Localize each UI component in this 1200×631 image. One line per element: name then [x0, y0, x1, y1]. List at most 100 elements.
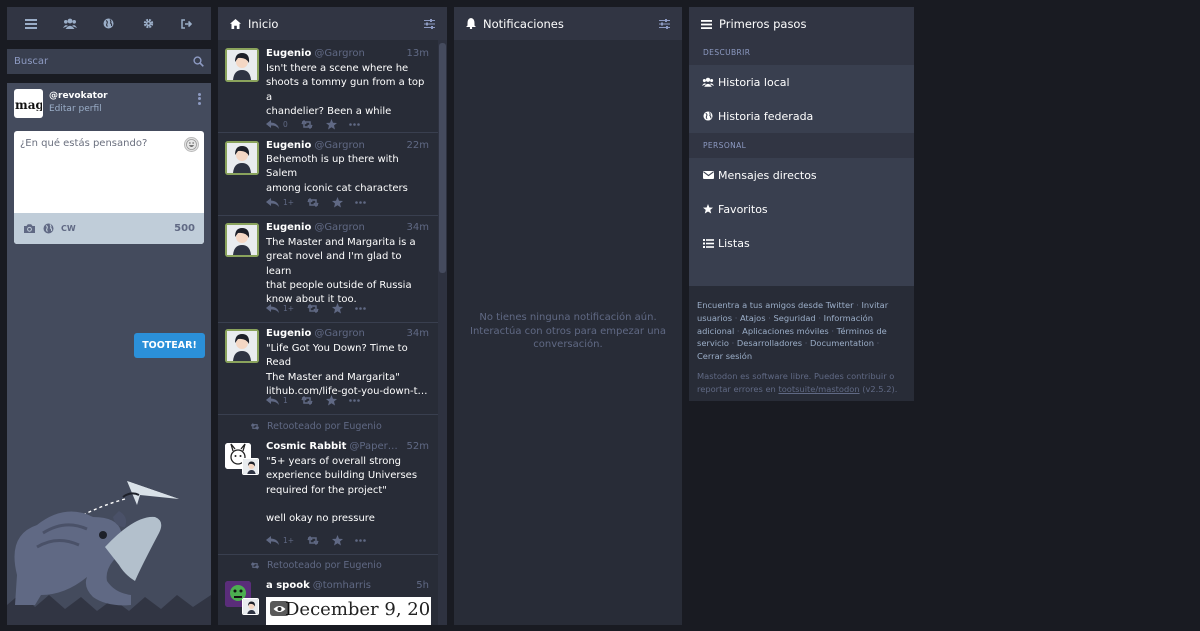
status-time[interactable]: 22m [407, 140, 429, 151]
reply-all-icon [266, 198, 279, 207]
eye-icon[interactable] [270, 601, 289, 616]
favourite-button[interactable] [325, 395, 337, 406]
favourite-button[interactable] [332, 197, 344, 208]
avatar[interactable] [225, 223, 259, 257]
reply-button[interactable]: 0 [266, 120, 288, 129]
edit-profile-link[interactable]: Editar perfil [49, 104, 194, 114]
more-options-icon[interactable] [194, 89, 204, 109]
boost-button[interactable] [306, 198, 320, 207]
column-settings-icon[interactable] [659, 18, 670, 29]
status-time[interactable]: 13m [407, 48, 429, 59]
booster-avatar[interactable] [242, 598, 259, 615]
status-acct[interactable]: @Gargron [314, 48, 403, 59]
status-display-name[interactable]: Eugenio [266, 328, 311, 339]
boost-prepend-text[interactable]: Retooteado por Eugenio [267, 560, 382, 571]
status-display-name[interactable]: Eugenio [266, 140, 311, 151]
favourite-button[interactable] [332, 303, 344, 314]
avatar[interactable] [225, 48, 259, 82]
federated-timeline-link[interactable]: Historia federada [689, 99, 914, 133]
direct-messages-link[interactable]: Mensajes directos [689, 158, 914, 192]
search-bar [7, 49, 211, 74]
status-acct[interactable]: @Gargron [314, 222, 403, 233]
logout-link[interactable]: Cerrar sesión [697, 351, 752, 361]
more-button[interactable] [348, 399, 360, 402]
status-item[interactable]: Eugenio @Gargron 22m Behemoth is up ther… [218, 133, 438, 216]
status-acct[interactable]: @tomharris [313, 580, 414, 591]
users-icon[interactable] [58, 12, 82, 36]
status-item[interactable]: Eugenio @Gargron 34m The Master and Marg… [218, 216, 438, 323]
favourite-button[interactable] [332, 535, 344, 546]
boost-button[interactable] [300, 120, 314, 129]
boost-button[interactable] [306, 536, 320, 545]
avatar[interactable] [225, 329, 259, 363]
apps-link[interactable]: Aplicaciones móviles [742, 326, 829, 336]
compose-textarea[interactable] [14, 131, 204, 209]
more-button[interactable] [348, 123, 360, 126]
character-counter: 500 [174, 223, 195, 234]
column-settings-icon[interactable] [424, 18, 435, 29]
boost-icon [301, 396, 313, 405]
account-handle[interactable]: @revokator [49, 91, 194, 101]
status-time[interactable]: 5h [416, 580, 429, 591]
status-time[interactable]: 52m [407, 441, 429, 452]
hotkeys-link[interactable]: Atajos [740, 313, 766, 323]
boost-prepend-text[interactable]: Retooteado por Eugenio [267, 421, 382, 432]
content-warning-toggle[interactable]: CW [61, 224, 76, 233]
avatar[interactable] [225, 141, 259, 175]
status-display-name[interactable]: Eugenio [266, 222, 311, 233]
favourites-link[interactable]: Favoritos [689, 192, 914, 226]
status-acct[interactable]: @Gargron [314, 140, 403, 151]
boost-prepend: Retooteado por Eugenio [250, 421, 382, 432]
developers-link[interactable]: Desarrolladores [737, 338, 802, 348]
reply-button[interactable]: 1+ [266, 198, 294, 207]
privacy-globe-icon[interactable] [43, 223, 54, 234]
favourite-button[interactable] [325, 119, 337, 130]
reply-button[interactable]: 1+ [266, 536, 294, 545]
avatar[interactable]: maga [14, 89, 43, 118]
envelope-icon [702, 171, 714, 179]
more-button[interactable] [355, 201, 366, 204]
toot-button[interactable]: TOOTEAR! [134, 333, 205, 358]
gear-icon[interactable] [136, 12, 160, 36]
search-icon[interactable] [193, 52, 204, 71]
lists-link[interactable]: Listas [689, 226, 914, 260]
boost-button[interactable] [300, 396, 314, 405]
status-item[interactable]: Eugenio @Gargron 13m Isn't there a scene… [218, 40, 438, 133]
status-acct[interactable]: @Gargron [314, 328, 403, 339]
sign-out-icon[interactable] [175, 12, 199, 36]
media-attachment[interactable]: December 9, 201 [266, 597, 431, 625]
camera-icon[interactable] [23, 223, 36, 234]
find-friends-link[interactable]: Encuentra a tus amigos desde Twitter [697, 300, 854, 310]
local-timeline-link[interactable]: Historia local [689, 65, 914, 99]
status-item[interactable]: Eugenio @Gargron 34m "Life Got You Down?… [218, 323, 438, 415]
booster-avatar[interactable] [242, 458, 259, 475]
status-item[interactable]: Retooteado por Eugenio Cosmic Rabbit @Pa… [218, 415, 438, 555]
emoji-picker-icon[interactable] [184, 137, 199, 152]
home-scrollbar-thumb[interactable] [439, 43, 446, 273]
home-column-title[interactable]: Inicio [248, 17, 278, 31]
status-display-name[interactable]: Eugenio [266, 48, 311, 59]
more-button[interactable] [355, 539, 366, 542]
repo-link[interactable]: tootsuite/mastodon [778, 384, 859, 394]
notifications-column-title[interactable]: Notificaciones [483, 17, 564, 31]
notifications-column-header: Notificaciones [454, 7, 682, 40]
mascot-illustration [7, 481, 211, 625]
more-button[interactable] [355, 307, 366, 310]
search-input[interactable] [14, 56, 193, 67]
status-item[interactable]: Retooteado por Eugenio a spook @tomharri… [218, 555, 438, 625]
status-acct[interactable]: @PaperMario… [349, 441, 403, 452]
globe-icon[interactable] [97, 12, 121, 36]
boost-icon [307, 304, 319, 313]
reply-button[interactable]: 1 [266, 396, 288, 405]
boost-button[interactable] [306, 304, 320, 313]
status-text-line: chandelier? Been a while [266, 105, 392, 117]
documentation-link[interactable]: Documentation [810, 338, 874, 348]
status-display-name[interactable]: a spook [266, 580, 310, 591]
security-link[interactable]: Seguridad [773, 313, 815, 323]
boost-icon [301, 120, 313, 129]
menu-icon[interactable] [19, 12, 43, 36]
reply-button[interactable]: 1+ [266, 304, 294, 313]
status-time[interactable]: 34m [407, 222, 429, 233]
status-time[interactable]: 34m [407, 328, 429, 339]
status-display-name[interactable]: Cosmic Rabbit [266, 441, 346, 452]
